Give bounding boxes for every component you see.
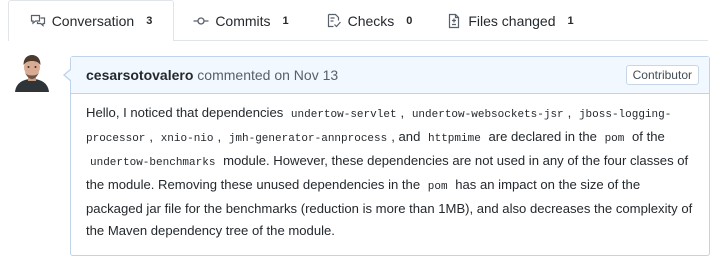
tab-files-changed[interactable]: Files changed 1 xyxy=(430,0,590,40)
comment-text: , xyxy=(149,129,154,144)
code-dependency: undertow-websockets-jsr xyxy=(411,109,564,121)
comment-text: , xyxy=(567,105,572,120)
tab-files-changed-count: 1 xyxy=(567,14,574,27)
code-dependency: xnio-nio xyxy=(160,133,214,145)
git-commit-icon xyxy=(193,13,209,29)
tab-commits[interactable]: Commits 1 xyxy=(174,0,308,40)
comment-header: cesarsotovalero commented on Nov 13 Cont… xyxy=(71,57,709,94)
comment-text: , and xyxy=(391,129,421,144)
file-diff-icon xyxy=(446,13,462,29)
tab-conversation-count: 3 xyxy=(146,15,153,27)
comment: cesarsotovalero commented on Nov 13 Cont… xyxy=(63,56,710,256)
code-dependency: httpmime xyxy=(428,133,481,145)
comment-author[interactable]: cesarsotovalero xyxy=(86,67,193,83)
pr-tabnav: Conversation 3 Commits 1 Checks 0 Files … xyxy=(8,0,708,41)
tab-commits-label: Commits xyxy=(215,12,271,29)
code-dependency: jmh-generator-annprocess xyxy=(228,133,388,145)
code-file: pom xyxy=(427,181,448,193)
code-module: undertow-benchmarks xyxy=(90,157,216,169)
tab-files-changed-label: Files changed xyxy=(468,12,556,29)
code-file: pom xyxy=(604,133,625,145)
comment-text: of the xyxy=(632,129,665,144)
comment-text: , xyxy=(400,105,405,120)
tab-conversation-label: Conversation xyxy=(51,13,135,29)
checklist-icon xyxy=(326,13,342,29)
code-dependency: undertow-servlet xyxy=(290,109,397,121)
tab-checks-count: 0 xyxy=(406,14,413,27)
comment-body: Hello, I noticed that dependencies under… xyxy=(71,94,709,242)
comment-date[interactable]: Nov 13 xyxy=(294,67,338,83)
tab-conversation[interactable]: Conversation 3 xyxy=(8,0,174,41)
comment-action: commented on xyxy=(197,67,290,83)
comment-text: are declared in the xyxy=(488,129,597,144)
comment-text: Hello, I noticed that dependencies xyxy=(86,105,284,120)
comment-discussion-icon xyxy=(30,13,46,29)
contributor-badge: Contributor xyxy=(625,65,699,85)
tab-checks[interactable]: Checks 0 xyxy=(308,0,430,40)
tab-checks-label: Checks xyxy=(347,12,395,29)
avatar[interactable] xyxy=(12,52,52,92)
comment-text: , xyxy=(217,129,222,144)
tab-commits-count: 1 xyxy=(282,14,289,27)
